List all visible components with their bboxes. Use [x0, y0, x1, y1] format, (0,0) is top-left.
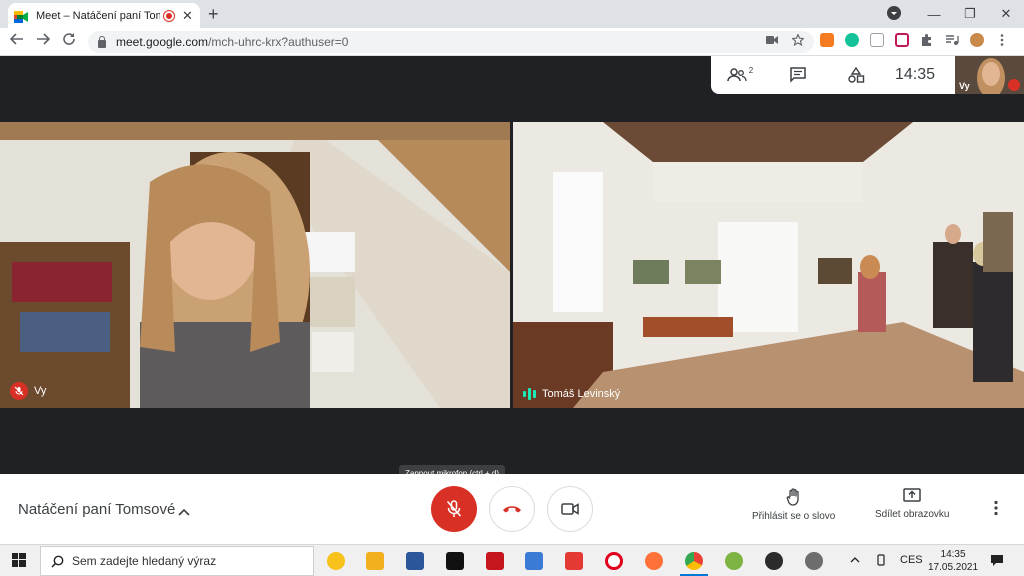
close-window-button[interactable]: ✕: [988, 6, 1024, 22]
media-controls-icon[interactable]: [945, 33, 959, 47]
mail-extension-icon[interactable]: [820, 33, 834, 47]
language-indicator[interactable]: CES: [900, 554, 923, 566]
extensions-area: [820, 33, 1009, 47]
hang-up-phone-icon: [503, 506, 521, 513]
chat-button[interactable]: [769, 67, 827, 83]
browser-menu-icon[interactable]: [995, 33, 1009, 47]
tray-chevron-up-icon[interactable]: [850, 554, 860, 566]
acrobat-app-icon[interactable]: [486, 552, 504, 570]
tray-device-icon[interactable]: [876, 554, 886, 569]
forward-arrow-icon[interactable]: [36, 32, 51, 50]
extensions-puzzle-icon[interactable]: [920, 33, 934, 47]
calendar-extension-icon[interactable]: [895, 33, 909, 47]
self-thumbnail-label: Vy: [959, 81, 970, 91]
windows-taskbar: Sem zadejte hledaný výraz CES 14:35 17.0…: [0, 544, 1024, 576]
taskbar-time: 14:35: [940, 549, 966, 560]
people-icon: [727, 68, 747, 82]
disc-app-icon[interactable]: [805, 552, 823, 570]
pacman-app-icon[interactable]: [327, 552, 345, 570]
self-video-feed: [0, 122, 510, 408]
restore-button[interactable]: ❐: [952, 6, 988, 22]
recording-indicator-icon: [164, 10, 174, 21]
tab-close-icon[interactable]: ✕: [182, 8, 193, 24]
toggle-camera-button[interactable]: [547, 486, 593, 532]
self-view-thumbnail[interactable]: Vy: [955, 56, 1024, 94]
raise-hand-icon: [786, 488, 799, 506]
lock-icon[interactable]: [98, 35, 106, 48]
meeting-title[interactable]: Natáčení paní Tomsové: [18, 501, 175, 518]
raise-hand-button[interactable]: Přihlásit se o slovo: [752, 488, 835, 522]
back-arrow-icon[interactable]: [9, 32, 24, 50]
screenshot-extension-icon[interactable]: [870, 33, 884, 47]
media-app-icon[interactable]: [565, 552, 583, 570]
address-bar[interactable]: meet.google.com/mch-uhrc-krx?authuser=0: [88, 31, 814, 53]
grammarly-extension-icon[interactable]: [845, 33, 859, 47]
video-tile-participant[interactable]: Tomáš Levinský: [513, 122, 1024, 408]
activities-shapes-icon: [848, 67, 865, 83]
pdf-reader-app-icon[interactable]: [446, 552, 464, 570]
browser-tab-bar: Meet – Natáčení paní Tomsové ✕ + — ❐ ✕: [0, 0, 1024, 28]
reload-icon[interactable]: [62, 32, 76, 50]
more-options-icon[interactable]: [993, 500, 999, 521]
leave-call-button[interactable]: [489, 486, 535, 532]
opera-browser-icon[interactable]: [605, 552, 623, 570]
participant-name: Vy: [34, 385, 47, 397]
url-path: /mch-uhrc-krx?authuser=0: [208, 35, 349, 49]
speaking-indicator-icon: [523, 388, 536, 400]
meet-stage: Vy Tomáš Levinský 2 14:35 Vy: [0, 56, 1024, 474]
search-icon: [51, 555, 64, 568]
taskbar-date: 17.05.2021: [928, 562, 979, 573]
meet-control-bar: Natáčení paní Tomsové Přihlásit se o slo…: [0, 474, 1024, 544]
taskbar-search-box[interactable]: Sem zadejte hledaný výraz: [40, 546, 314, 576]
url-text: meet.google.com/mch-uhrc-krx?authuser=0: [116, 35, 348, 49]
tab-title: Meet – Natáčení paní Tomsové: [36, 9, 160, 22]
tile-name-participant: Tomáš Levinský: [523, 388, 620, 400]
toggle-microphone-button[interactable]: [431, 486, 477, 532]
present-screen-label: Sdílet obrazovku: [875, 509, 950, 520]
tab-search-icon[interactable]: [880, 5, 916, 23]
mic-off-icon: [446, 500, 462, 517]
meeting-clock: 14:35: [895, 66, 936, 83]
browser-tab-meet[interactable]: Meet – Natáčení paní Tomsové ✕: [8, 3, 200, 28]
video-camera-icon: [561, 503, 579, 515]
google-meet-favicon-icon: [14, 10, 28, 23]
people-button[interactable]: 2: [711, 65, 769, 83]
windows-start-icon[interactable]: [12, 553, 26, 572]
mic-off-icon: [10, 382, 28, 400]
firefox-browser-icon[interactable]: [645, 552, 663, 570]
chevron-up-icon[interactable]: [178, 503, 190, 521]
meeting-info-panel: 2 14:35: [711, 56, 955, 94]
profile-avatar[interactable]: [970, 33, 984, 47]
present-screen-button[interactable]: Sdílet obrazovku: [875, 488, 950, 520]
raise-hand-label: Přihlásit se o slovo: [752, 511, 836, 522]
chrome-browser-icon[interactable]: [685, 552, 703, 570]
notifications-icon[interactable]: [990, 554, 1004, 570]
browser-toolbar: meet.google.com/mch-uhrc-krx?authuser=0: [0, 28, 1024, 56]
tile-name-self: Vy: [10, 382, 46, 400]
bookmark-star-icon[interactable]: [791, 33, 805, 49]
new-tab-button[interactable]: +: [208, 4, 219, 25]
participant-name: Tomáš Levinský: [542, 388, 621, 400]
file-explorer-icon[interactable]: [366, 552, 384, 570]
self-mic-off-icon: [1008, 79, 1020, 91]
video-tile-self[interactable]: Vy: [0, 122, 510, 408]
activities-button[interactable]: [827, 67, 885, 83]
word-app-icon[interactable]: [406, 552, 424, 570]
participant-video-feed: [513, 122, 1024, 408]
window-controls: — ❐ ✕: [880, 0, 1024, 28]
obs-app-icon[interactable]: [765, 552, 783, 570]
taskbar-clock[interactable]: 14:35 17.05.2021: [928, 548, 978, 574]
search-placeholder: Sem zadejte hledaný výraz: [72, 554, 217, 568]
camera-in-use-icon[interactable]: [766, 34, 778, 49]
participant-count-badge: 2: [748, 65, 754, 75]
present-screen-icon: [903, 488, 921, 502]
url-host: meet.google.com: [116, 35, 209, 49]
green-app-icon[interactable]: [725, 552, 743, 570]
minimize-button[interactable]: —: [916, 7, 952, 22]
chat-icon: [790, 67, 806, 83]
photo-app-icon[interactable]: [525, 552, 543, 570]
